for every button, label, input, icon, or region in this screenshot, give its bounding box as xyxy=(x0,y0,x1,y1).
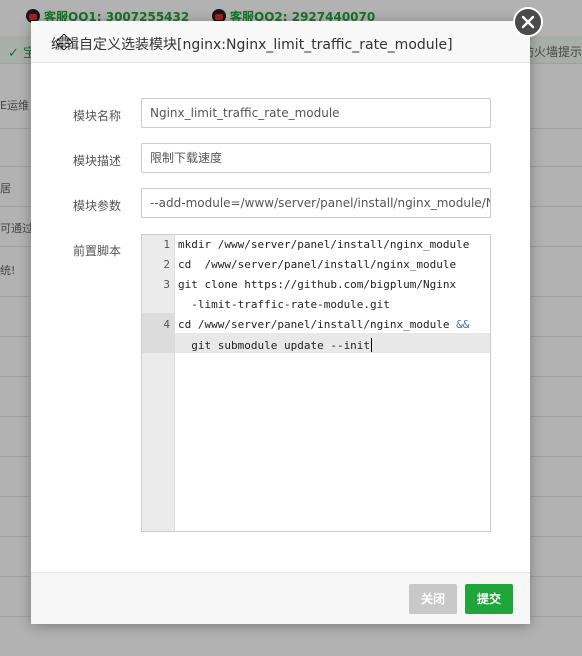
submit-button[interactable]: 提交 xyxy=(465,584,514,614)
code-line: cd /www/server/panel/install/nginx_modul… xyxy=(178,318,469,331)
move-cursor-icon xyxy=(56,34,72,50)
module-desc-label: 模块描述 xyxy=(73,154,122,168)
dialog-close-button[interactable] xyxy=(513,7,543,37)
code-line: git clone https://github.com/bigplum/Ngi… xyxy=(178,278,457,291)
line-number: 2 xyxy=(163,258,170,271)
dialog-header[interactable]: 编辑自定义选装模块[nginx:Nginx_limit_traffic_rate… xyxy=(31,21,530,63)
code-line-text: cd /www/server/panel/install/nginx_modul… xyxy=(178,318,457,331)
module-desc-input[interactable]: 限制下载速度 xyxy=(141,143,491,173)
module-name-label: 模块名称 xyxy=(73,109,122,123)
text-cursor xyxy=(371,338,373,352)
module-name-input[interactable]: Nginx_limit_traffic_rate_module xyxy=(141,98,491,128)
pre-script-editor[interactable]: 1 2 3 4 mkdir /www/server/panel/install/… xyxy=(141,234,491,532)
module-params-label: 模块参数 xyxy=(73,199,122,213)
pre-script-label: 前置脚本 xyxy=(73,244,122,258)
line-number: 3 xyxy=(163,278,170,291)
dialog-footer: 关闭 提交 xyxy=(31,572,530,624)
module-params-input[interactable]: --add-module=/www/server/panel/install/n… xyxy=(141,188,491,218)
code-line-text: git submodule update --init xyxy=(178,339,371,352)
code-line: mkdir /www/server/panel/install/nginx_mo… xyxy=(178,238,470,251)
code-line: -limit-traffic-rate-module.git xyxy=(178,298,390,311)
line-number: 1 xyxy=(163,238,170,251)
code-line: git submodule update --init xyxy=(178,338,373,352)
close-icon xyxy=(521,15,535,29)
edit-module-dialog: 编辑自定义选装模块[nginx:Nginx_limit_traffic_rate… xyxy=(31,21,530,624)
dialog-title: 编辑自定义选装模块[nginx:Nginx_limit_traffic_rate… xyxy=(51,37,453,53)
line-number: 4 xyxy=(163,318,170,331)
close-button[interactable]: 关闭 xyxy=(409,584,458,614)
code-operator: && xyxy=(456,318,470,331)
code-line: cd /www/server/panel/install/nginx_modul… xyxy=(178,258,457,271)
